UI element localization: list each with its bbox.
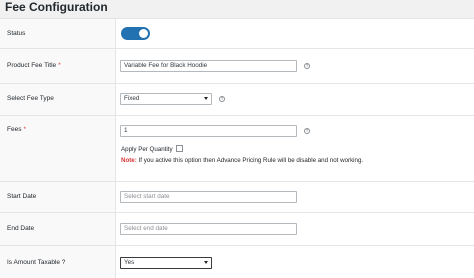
start-date-label-cell: Start Date — [0, 182, 116, 212]
fee-title-input[interactable]: Variable Fee for Black Hoodie — [120, 60, 297, 72]
taxable-row: Is Amount Taxable ? Yes — [0, 246, 474, 278]
fee-type-label: Select Fee Type — [7, 95, 54, 102]
fee-title-label: Product Fee Title * — [7, 62, 61, 69]
note-message: If you active this option then Advance P… — [138, 157, 364, 164]
note-label: Note: — [121, 157, 137, 164]
fee-title-label-text: Product Fee Title — [7, 62, 57, 69]
fee-title-row: Product Fee Title * Variable Fee for Blac… — [0, 49, 474, 84]
page-title: Fee Configuration — [5, 0, 108, 14]
fees-label-text: Fees — [7, 126, 22, 133]
status-label: Status — [7, 30, 26, 37]
apply-per-quantity-label: Apply Per Quantity — [121, 146, 173, 153]
status-label-cell: Status — [0, 19, 116, 48]
question-circle-icon[interactable]: ? — [304, 128, 310, 134]
taxable-select[interactable]: Yes — [120, 257, 212, 269]
start-date-label: Start Date — [7, 193, 37, 200]
end-date-label-cell: End Date — [0, 213, 116, 245]
taxable-label-cell: Is Amount Taxable ? — [0, 246, 116, 278]
start-date-placeholder: Select start date — [124, 193, 170, 200]
fee-type-row: Select Fee Type Fixed ? — [0, 84, 474, 116]
fee-type-selected-value: Fixed — [124, 95, 140, 102]
required-mark: * — [58, 62, 61, 69]
end-date-row: End Date Select end date — [0, 213, 474, 246]
question-circle-icon[interactable]: ? — [304, 63, 310, 69]
required-mark: * — [23, 126, 26, 133]
note-text: Note: If you active this option then Adv… — [121, 157, 363, 164]
fee-type-select[interactable]: Fixed — [120, 93, 212, 105]
status-toggle[interactable] — [121, 27, 150, 40]
section-header: Fee Configuration — [0, 0, 474, 19]
fees-row: Fees * 1 ? Apply Per Quantity Note: If yo… — [0, 116, 474, 182]
question-circle-icon[interactable]: ? — [219, 96, 225, 102]
end-date-input[interactable]: Select end date — [120, 223, 297, 235]
start-date-input[interactable]: Select start date — [120, 191, 297, 203]
start-date-row: Start Date Select start date — [0, 182, 474, 213]
fee-type-label-cell: Select Fee Type — [0, 84, 116, 115]
chevron-down-icon — [204, 261, 208, 264]
taxable-label: Is Amount Taxable ? — [7, 259, 66, 266]
chevron-down-icon — [204, 97, 208, 100]
end-date-label: End Date — [7, 225, 35, 232]
fees-label-cell: Fees * — [0, 116, 116, 181]
status-row: Status — [0, 19, 474, 49]
fees-label: Fees * — [7, 126, 26, 133]
end-date-placeholder: Select end date — [124, 225, 168, 232]
taxable-selected-value: Yes — [124, 259, 135, 266]
fee-title-label-cell: Product Fee Title * — [0, 49, 116, 83]
apply-per-quantity-checkbox[interactable] — [176, 145, 183, 152]
toggle-knob — [139, 29, 148, 38]
fees-input[interactable]: 1 — [120, 125, 297, 137]
